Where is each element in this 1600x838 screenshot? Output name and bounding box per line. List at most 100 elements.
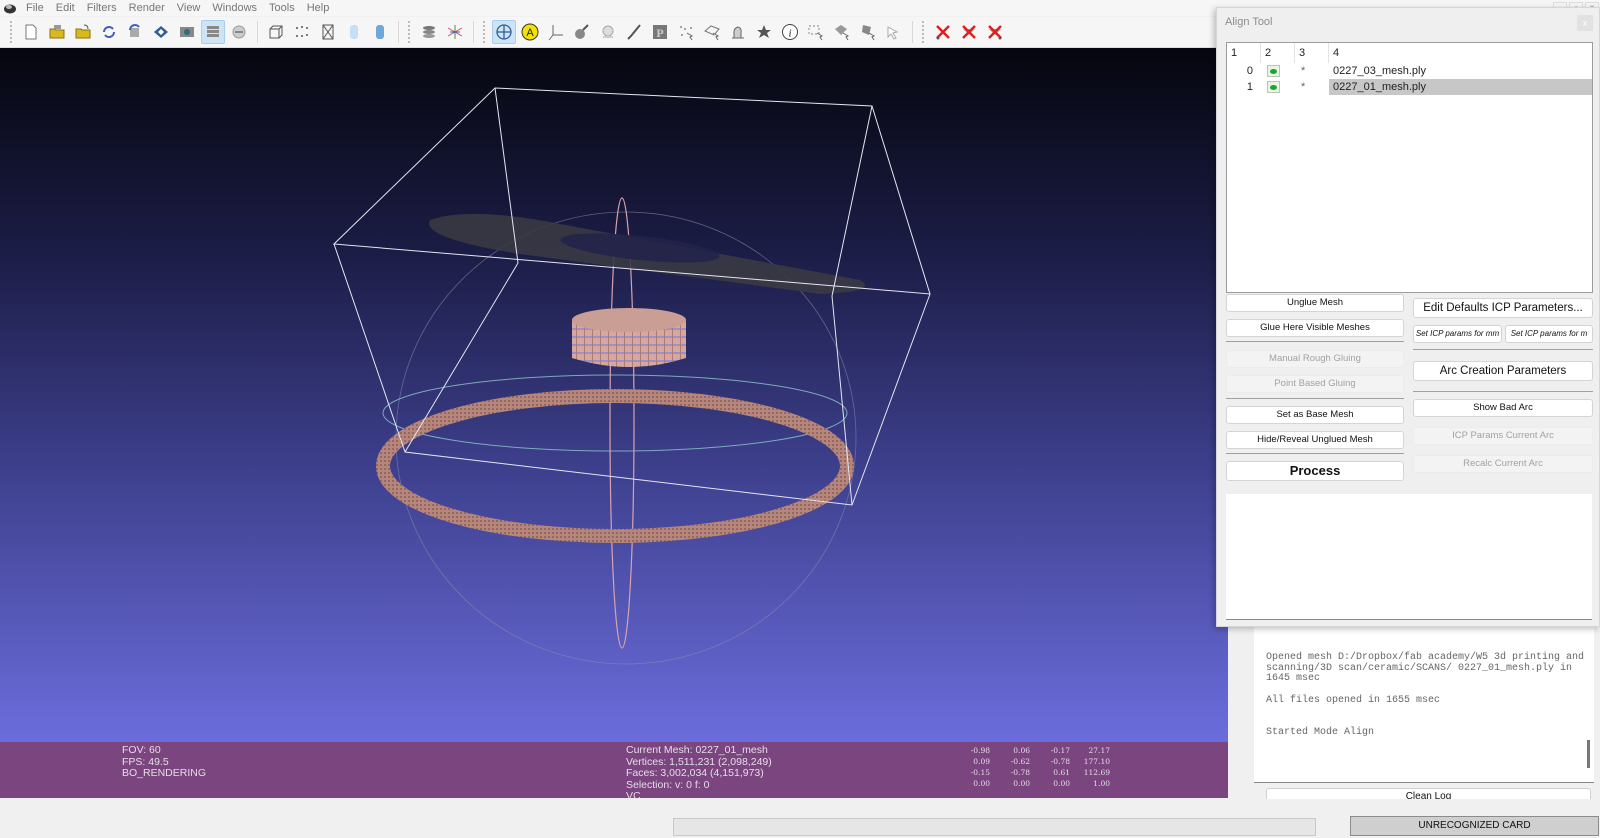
layers-icon[interactable] [201,20,225,44]
wireframe-icon[interactable] [316,20,340,44]
select-mesh-icon[interactable] [882,20,906,44]
mesh-tree[interactable]: 1 2 3 4 0 * 0227_03_mesh.ply 1 * 0227_01… [1226,42,1593,293]
paint-icon[interactable] [570,20,594,44]
menu-windows[interactable]: Windows [207,2,264,14]
menu-filters[interactable]: Filters [82,2,124,14]
select-face-connected-icon[interactable] [830,20,854,44]
toolbar-grip[interactable] [408,21,412,43]
matrix-cell: -0.78 [1050,757,1070,766]
render-mode-readout: BO_RENDERING [122,767,207,779]
reload-all-icon[interactable] [123,20,147,44]
icp-params-current-arc-button[interactable]: ICP Params Current Arc [1413,427,1593,445]
arc-info-panel [1226,494,1592,620]
log-scrollbar[interactable] [1587,740,1590,768]
brush-icon[interactable] [622,20,646,44]
georef-icon[interactable] [752,20,776,44]
edit-icp-defaults-button[interactable]: Edit Defaults ICP Parameters... [1413,298,1593,318]
process-button[interactable]: Process [1226,461,1404,481]
selection-readout: Selection: v: 0 f: 0 [626,778,710,791]
divider [1413,349,1593,350]
divider [1226,453,1404,454]
visibility-eye-icon[interactable] [1267,81,1280,93]
menu-help[interactable]: Help [302,2,337,14]
toolbar-grip[interactable] [10,21,14,43]
manual-rough-gluing-button[interactable]: Manual Rough Gluing [1226,350,1404,368]
matrix-cell: -0.98 [970,746,990,755]
matrix-cell: -0.15 [970,768,990,777]
divider [1226,398,1404,399]
menu-view[interactable]: View [172,2,208,14]
menu-tools[interactable]: Tools [264,2,302,14]
cylinder-mesh [572,308,686,367]
axis-icon[interactable] [544,20,568,44]
select-region-icon[interactable] [804,20,828,44]
column-header[interactable]: 3 [1295,43,1329,63]
status-bar: UNRECOGNIZED CARD [0,799,1600,838]
toolbar-separator [257,21,258,43]
color-mode-icon[interactable] [417,20,441,44]
open-project-icon[interactable] [45,20,69,44]
icp-params-mm-button[interactable]: Set ICP params for mm [1413,325,1502,343]
mesh-row[interactable]: 0 * 0227_03_mesh.ply [1227,63,1592,79]
annotation-icon[interactable]: A [518,20,542,44]
raster-layers-icon[interactable] [227,20,251,44]
new-project-icon[interactable] [19,20,43,44]
snapshot-icon[interactable] [175,20,199,44]
select-vertices-icon[interactable] [674,20,698,44]
reload-icon[interactable] [97,20,121,44]
dialog-close-button[interactable]: x [1577,15,1593,31]
toolbar-separator [912,21,913,43]
menu-edit[interactable]: Edit [51,2,82,14]
log-line: All files opened in 1655 msec [1266,694,1441,706]
recalc-current-arc-button[interactable]: Recalc Current Arc [1413,455,1593,473]
select-face-paint-icon[interactable] [856,20,880,44]
matrix-cell: -0.17 [1050,746,1070,755]
3d-viewport[interactable] [0,48,1228,742]
camera-icon[interactable] [596,20,620,44]
toolbar-separator [398,21,399,43]
divider [1413,391,1593,392]
normals-icon[interactable] [443,20,467,44]
point-based-gluing-button[interactable]: Point Based Gluing [1226,375,1404,393]
info-icon[interactable]: i [778,20,802,44]
bbox-icon[interactable] [264,20,288,44]
import-mesh-icon[interactable] [71,20,95,44]
matrix-row: -0.98 0.06 -0.17 27.17 [950,745,1110,756]
mesh-tree-header: 1 2 3 4 [1227,43,1592,63]
arc-creation-params-button[interactable]: Arc Creation Parameters [1413,361,1593,381]
column-header[interactable]: 1 [1227,43,1261,63]
save-icon[interactable] [149,20,173,44]
matrix-row: 0.00 0.00 0.00 1.00 [950,778,1110,789]
toolbar-grip[interactable] [483,21,487,43]
trackball-icon[interactable] [492,20,516,44]
delete-faces-icon[interactable] [957,20,981,44]
photo-icon[interactable]: P [648,20,672,44]
unglue-mesh-button[interactable]: Unglue Mesh [1226,294,1404,312]
select-faces-icon[interactable] [700,20,724,44]
hide-reveal-unglued-button[interactable]: Hide/Reveal Unglued Mesh [1226,431,1404,449]
icp-params-m-button[interactable]: Set ICP params for m [1505,325,1593,343]
matrix-cell: 0.09 [973,757,990,766]
set-base-mesh-button[interactable]: Set as Base Mesh [1226,406,1404,424]
mesh-row[interactable]: 1 * 0227_01_mesh.ply [1227,79,1592,95]
divider [1226,341,1404,342]
column-header[interactable]: 2 [1261,43,1295,63]
svg-text:i: i [788,28,791,40]
flat-shading-icon[interactable] [342,20,366,44]
matrix-cell: 0.00 [1053,779,1070,788]
smooth-shading-icon[interactable] [368,20,392,44]
menu-render[interactable]: Render [124,2,172,14]
meshlab-logo-icon [4,4,16,14]
delete-both-icon[interactable] [983,20,1007,44]
glue-visible-meshes-button[interactable]: Glue Here Visible Meshes [1226,319,1404,337]
delete-vertices-icon[interactable] [931,20,955,44]
align-icon[interactable] [726,20,750,44]
show-bad-arc-button[interactable]: Show Bad Arc [1413,399,1593,417]
menu-file[interactable]: File [21,2,51,14]
points-icon[interactable] [290,20,314,44]
gpu-card-status: UNRECOGNIZED CARD [1350,816,1599,836]
visibility-eye-icon[interactable] [1267,65,1280,77]
toolbar-grip[interactable] [922,21,926,43]
column-header[interactable]: 4 [1329,43,1592,63]
current-mesh-readout: Current Mesh: 0227_01_mesh [626,744,768,756]
